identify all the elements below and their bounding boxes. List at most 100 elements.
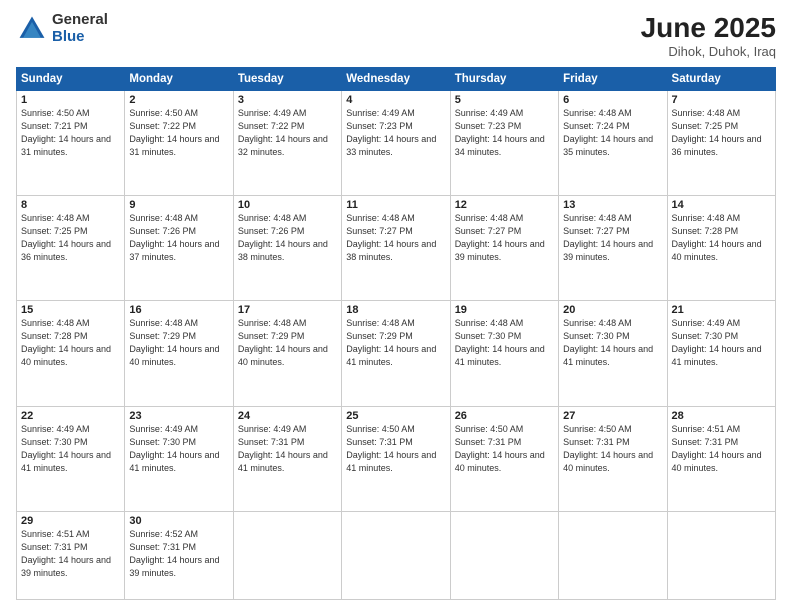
day-number: 3: [238, 94, 337, 106]
calendar-cell: [559, 511, 667, 599]
calendar-cell: 20Sunrise: 4:48 AMSunset: 7:30 PMDayligh…: [559, 301, 667, 406]
calendar-cell: 15Sunrise: 4:48 AMSunset: 7:28 PMDayligh…: [17, 301, 125, 406]
day-info: Sunrise: 4:48 AMSunset: 7:29 PMDaylight:…: [238, 317, 337, 369]
day-info: Sunrise: 4:49 AMSunset: 7:30 PMDaylight:…: [21, 423, 120, 475]
day-number: 26: [455, 410, 554, 422]
col-saturday: Saturday: [667, 68, 775, 91]
calendar-cell: [233, 511, 341, 599]
calendar-cell: [450, 511, 558, 599]
day-info: Sunrise: 4:49 AMSunset: 7:31 PMDaylight:…: [238, 423, 337, 475]
calendar-cell: 10Sunrise: 4:48 AMSunset: 7:26 PMDayligh…: [233, 196, 341, 301]
day-info: Sunrise: 4:51 AMSunset: 7:31 PMDaylight:…: [21, 528, 120, 580]
calendar-cell: 5Sunrise: 4:49 AMSunset: 7:23 PMDaylight…: [450, 91, 558, 196]
col-monday: Monday: [125, 68, 233, 91]
day-number: 25: [346, 410, 445, 422]
day-info: Sunrise: 4:50 AMSunset: 7:21 PMDaylight:…: [21, 107, 120, 159]
calendar-cell: 28Sunrise: 4:51 AMSunset: 7:31 PMDayligh…: [667, 406, 775, 511]
day-number: 10: [238, 199, 337, 211]
calendar-cell: [667, 511, 775, 599]
day-number: 28: [672, 410, 771, 422]
day-info: Sunrise: 4:48 AMSunset: 7:30 PMDaylight:…: [455, 317, 554, 369]
calendar-cell: 7Sunrise: 4:48 AMSunset: 7:25 PMDaylight…: [667, 91, 775, 196]
day-info: Sunrise: 4:49 AMSunset: 7:22 PMDaylight:…: [238, 107, 337, 159]
day-info: Sunrise: 4:48 AMSunset: 7:27 PMDaylight:…: [455, 212, 554, 264]
day-number: 30: [129, 515, 228, 527]
page: General Blue June 2025 Dihok, Duhok, Ira…: [0, 0, 792, 612]
day-number: 22: [21, 410, 120, 422]
calendar-week-2: 8Sunrise: 4:48 AMSunset: 7:25 PMDaylight…: [17, 196, 776, 301]
calendar-cell: 30Sunrise: 4:52 AMSunset: 7:31 PMDayligh…: [125, 511, 233, 599]
day-number: 24: [238, 410, 337, 422]
day-info: Sunrise: 4:48 AMSunset: 7:29 PMDaylight:…: [346, 317, 445, 369]
day-info: Sunrise: 4:49 AMSunset: 7:23 PMDaylight:…: [455, 107, 554, 159]
day-info: Sunrise: 4:50 AMSunset: 7:31 PMDaylight:…: [346, 423, 445, 475]
day-number: 27: [563, 410, 662, 422]
day-info: Sunrise: 4:52 AMSunset: 7:31 PMDaylight:…: [129, 528, 228, 580]
day-number: 29: [21, 515, 120, 527]
day-number: 12: [455, 199, 554, 211]
calendar-cell: 1Sunrise: 4:50 AMSunset: 7:21 PMDaylight…: [17, 91, 125, 196]
calendar-cell: 17Sunrise: 4:48 AMSunset: 7:29 PMDayligh…: [233, 301, 341, 406]
calendar-cell: 9Sunrise: 4:48 AMSunset: 7:26 PMDaylight…: [125, 196, 233, 301]
day-info: Sunrise: 4:51 AMSunset: 7:31 PMDaylight:…: [672, 423, 771, 475]
logo-general: General: [52, 12, 108, 29]
calendar-cell: 8Sunrise: 4:48 AMSunset: 7:25 PMDaylight…: [17, 196, 125, 301]
day-number: 2: [129, 94, 228, 106]
logo-blue: Blue: [52, 29, 108, 46]
day-number: 4: [346, 94, 445, 106]
day-info: Sunrise: 4:48 AMSunset: 7:28 PMDaylight:…: [672, 212, 771, 264]
day-number: 18: [346, 304, 445, 316]
col-wednesday: Wednesday: [342, 68, 450, 91]
calendar-cell: 27Sunrise: 4:50 AMSunset: 7:31 PMDayligh…: [559, 406, 667, 511]
col-thursday: Thursday: [450, 68, 558, 91]
col-friday: Friday: [559, 68, 667, 91]
col-tuesday: Tuesday: [233, 68, 341, 91]
calendar-cell: 26Sunrise: 4:50 AMSunset: 7:31 PMDayligh…: [450, 406, 558, 511]
day-number: 17: [238, 304, 337, 316]
day-info: Sunrise: 4:49 AMSunset: 7:30 PMDaylight:…: [672, 317, 771, 369]
day-number: 7: [672, 94, 771, 106]
calendar-cell: 13Sunrise: 4:48 AMSunset: 7:27 PMDayligh…: [559, 196, 667, 301]
day-number: 14: [672, 199, 771, 211]
header: General Blue June 2025 Dihok, Duhok, Ira…: [16, 12, 776, 59]
day-number: 11: [346, 199, 445, 211]
day-info: Sunrise: 4:48 AMSunset: 7:30 PMDaylight:…: [563, 317, 662, 369]
day-info: Sunrise: 4:48 AMSunset: 7:27 PMDaylight:…: [346, 212, 445, 264]
day-info: Sunrise: 4:49 AMSunset: 7:30 PMDaylight:…: [129, 423, 228, 475]
day-number: 16: [129, 304, 228, 316]
logo: General Blue: [16, 12, 108, 45]
calendar-cell: 14Sunrise: 4:48 AMSunset: 7:28 PMDayligh…: [667, 196, 775, 301]
calendar-cell: 18Sunrise: 4:48 AMSunset: 7:29 PMDayligh…: [342, 301, 450, 406]
day-info: Sunrise: 4:48 AMSunset: 7:26 PMDaylight:…: [129, 212, 228, 264]
day-info: Sunrise: 4:50 AMSunset: 7:31 PMDaylight:…: [563, 423, 662, 475]
day-number: 6: [563, 94, 662, 106]
day-info: Sunrise: 4:50 AMSunset: 7:31 PMDaylight:…: [455, 423, 554, 475]
calendar-cell: 6Sunrise: 4:48 AMSunset: 7:24 PMDaylight…: [559, 91, 667, 196]
calendar-cell: 3Sunrise: 4:49 AMSunset: 7:22 PMDaylight…: [233, 91, 341, 196]
calendar-cell: 25Sunrise: 4:50 AMSunset: 7:31 PMDayligh…: [342, 406, 450, 511]
calendar-cell: 21Sunrise: 4:49 AMSunset: 7:30 PMDayligh…: [667, 301, 775, 406]
calendar-cell: 19Sunrise: 4:48 AMSunset: 7:30 PMDayligh…: [450, 301, 558, 406]
day-number: 13: [563, 199, 662, 211]
title-block: June 2025 Dihok, Duhok, Iraq: [641, 12, 776, 59]
calendar-cell: 11Sunrise: 4:48 AMSunset: 7:27 PMDayligh…: [342, 196, 450, 301]
day-number: 8: [21, 199, 120, 211]
day-info: Sunrise: 4:48 AMSunset: 7:25 PMDaylight:…: [672, 107, 771, 159]
day-info: Sunrise: 4:48 AMSunset: 7:26 PMDaylight:…: [238, 212, 337, 264]
calendar-cell: 22Sunrise: 4:49 AMSunset: 7:30 PMDayligh…: [17, 406, 125, 511]
day-info: Sunrise: 4:48 AMSunset: 7:24 PMDaylight:…: [563, 107, 662, 159]
day-number: 20: [563, 304, 662, 316]
day-number: 9: [129, 199, 228, 211]
calendar-cell: [342, 511, 450, 599]
day-info: Sunrise: 4:49 AMSunset: 7:23 PMDaylight:…: [346, 107, 445, 159]
day-info: Sunrise: 4:48 AMSunset: 7:28 PMDaylight:…: [21, 317, 120, 369]
calendar-table: Sunday Monday Tuesday Wednesday Thursday…: [16, 67, 776, 600]
day-number: 21: [672, 304, 771, 316]
day-info: Sunrise: 4:48 AMSunset: 7:27 PMDaylight:…: [563, 212, 662, 264]
calendar-week-1: 1Sunrise: 4:50 AMSunset: 7:21 PMDaylight…: [17, 91, 776, 196]
calendar-cell: 29Sunrise: 4:51 AMSunset: 7:31 PMDayligh…: [17, 511, 125, 599]
title-month: June 2025: [641, 12, 776, 44]
header-row: Sunday Monday Tuesday Wednesday Thursday…: [17, 68, 776, 91]
calendar-cell: 16Sunrise: 4:48 AMSunset: 7:29 PMDayligh…: [125, 301, 233, 406]
day-number: 23: [129, 410, 228, 422]
